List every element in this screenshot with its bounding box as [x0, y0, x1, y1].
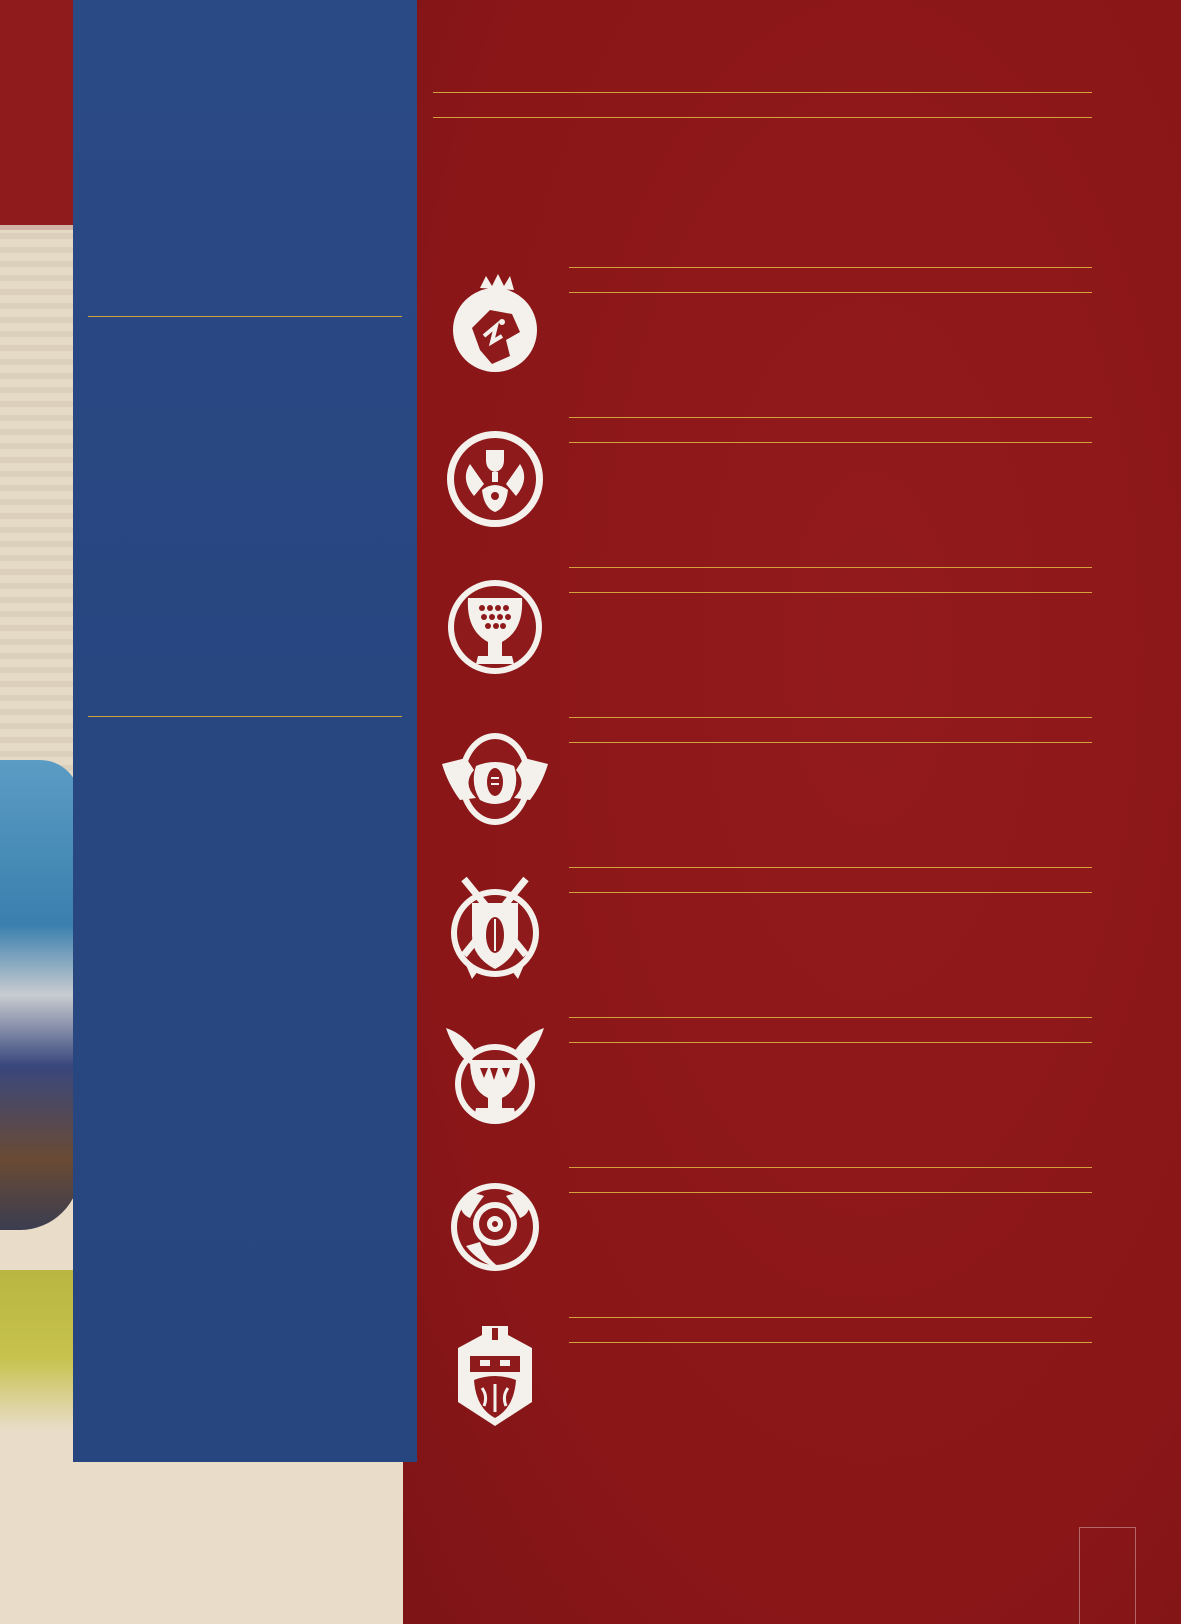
header-rule [433, 117, 1092, 118]
winged-chalice-icon [440, 1024, 550, 1134]
team-row-rule [569, 417, 1092, 418]
header-rule [433, 92, 1092, 93]
sidebar-divider [88, 316, 402, 317]
trophy-cup-icon [440, 572, 550, 682]
tentacle-eye-icon [440, 1172, 550, 1282]
dwarf-helm-icon [440, 1322, 550, 1432]
sidebar-divider [88, 716, 402, 717]
team-row-rule [569, 717, 1092, 718]
team-row-rule [569, 267, 1092, 268]
twin-serpent-ball-icon [440, 724, 550, 834]
grass-illustration [0, 1270, 80, 1430]
rulebook-page [0, 0, 1181, 1624]
team-row-rule [569, 567, 1092, 568]
page-corner-marker [1079, 1527, 1136, 1624]
team-row-rule [569, 442, 1092, 443]
griffin-trophy-icon [440, 424, 550, 534]
player-illustration [0, 760, 80, 1230]
lion-head-crest-icon [440, 270, 550, 380]
team-row-rule [569, 1042, 1092, 1043]
crossed-swords-shield-icon [440, 873, 550, 983]
team-row-rule [569, 1342, 1092, 1343]
stadium-crowd-illustration [0, 225, 80, 785]
team-row-rule [569, 1192, 1092, 1193]
team-row-rule [569, 292, 1092, 293]
team-row-rule [569, 742, 1092, 743]
team-row-rule [569, 892, 1092, 893]
team-row-rule [569, 592, 1092, 593]
team-row-rule [569, 1167, 1092, 1168]
team-row-rule [569, 1317, 1092, 1318]
team-row-rule [569, 1017, 1092, 1018]
sidebar-panel [73, 0, 417, 1462]
team-row-rule [569, 867, 1092, 868]
